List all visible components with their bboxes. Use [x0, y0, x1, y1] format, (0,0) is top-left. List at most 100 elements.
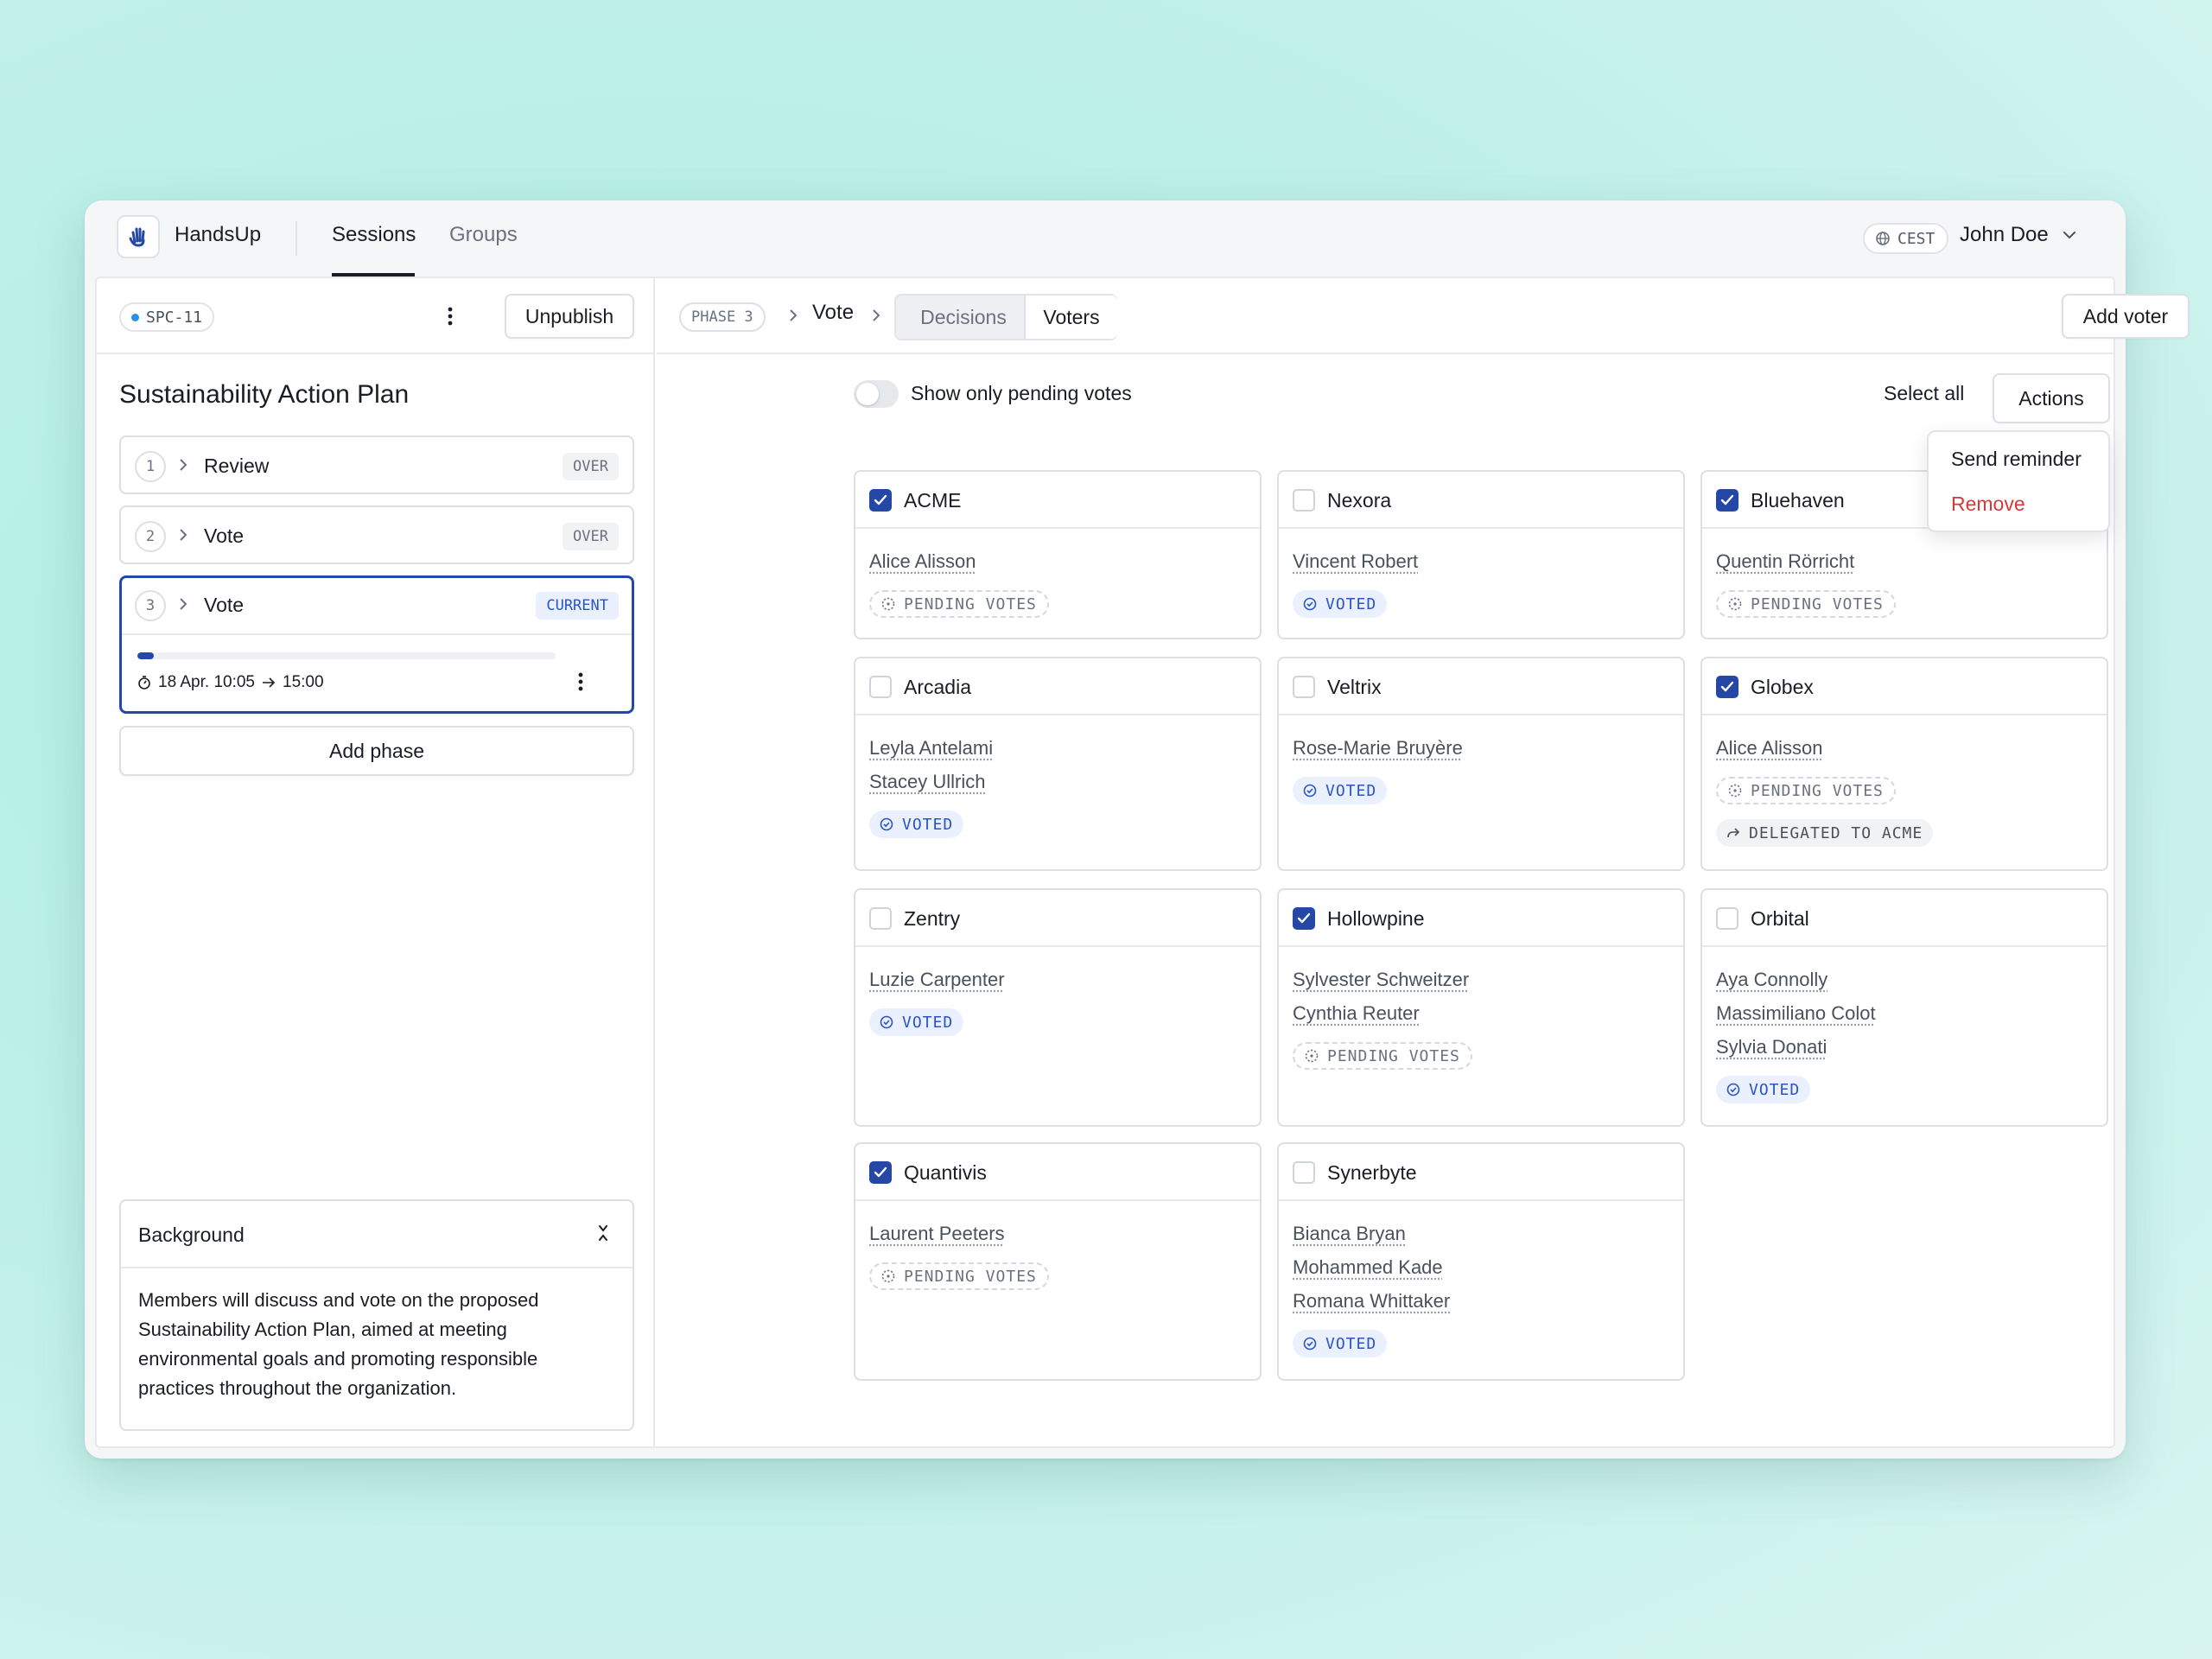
phase-badge: PHASE 3: [679, 302, 766, 332]
app-logo[interactable]: [117, 215, 160, 258]
menu-item-send-reminder[interactable]: Send reminder: [1951, 448, 2082, 471]
app-name: HandsUp: [175, 223, 262, 246]
add-voter-button[interactable]: Add voter: [2062, 294, 2190, 339]
voter-card: Synerbyte Bianca Bryan Mohammed Kade Romana…: [1277, 1142, 1685, 1381]
check-circle-icon: [880, 1015, 893, 1029]
member-link[interactable]: Bianca Bryan: [1293, 1217, 1450, 1250]
select-all-button[interactable]: Select all: [1884, 382, 1964, 405]
status-badge: VOTED: [1716, 1076, 1811, 1103]
tab-sessions[interactable]: Sessions: [332, 223, 416, 247]
voter-checkbox[interactable]: [869, 489, 892, 512]
member-link[interactable]: Mohammed Kade: [1293, 1250, 1450, 1284]
voter-checkbox[interactable]: [1716, 907, 1738, 930]
voter-checkbox[interactable]: [869, 676, 892, 698]
voter-card-header: Hollowpine: [1279, 890, 1683, 947]
phase-state-badge: OVER: [563, 523, 619, 550]
status-text: VOTED: [1325, 594, 1377, 613]
member-link[interactable]: Leyla Antelami: [869, 731, 993, 765]
phase-item-1[interactable]: 1 Review OVER: [119, 435, 634, 494]
member-link[interactable]: Sylvester Schweitzer: [1293, 963, 1469, 996]
tab-voters[interactable]: Voters: [1024, 296, 1117, 339]
voter-checkbox[interactable]: [1716, 676, 1738, 698]
background-text: Members will discuss and vote on the pro…: [138, 1289, 539, 1399]
status-tags: PENDING VOTES: [869, 1262, 1049, 1305]
phase-state-badge: OVER: [563, 453, 619, 480]
pending-icon: [1728, 597, 1742, 611]
unpublish-button[interactable]: Unpublish: [505, 294, 634, 339]
member-link[interactable]: Cynthia Reuter: [1293, 996, 1469, 1030]
status-badge: VOTED: [1293, 1330, 1388, 1357]
voter-checkbox[interactable]: [869, 1161, 892, 1184]
chevron-right-icon: [790, 309, 798, 321]
header-divider: [296, 221, 297, 256]
member-list: Quentin Rörricht: [1716, 544, 1854, 578]
member-list: Laurent Peeters: [869, 1217, 1005, 1250]
tab-decisions[interactable]: Decisions: [901, 296, 1026, 339]
timer-icon: [138, 676, 150, 690]
check-circle-icon: [880, 817, 893, 831]
voter-checkbox[interactable]: [1293, 1161, 1315, 1184]
member-list: Rose-Marie Bruyère: [1293, 731, 1463, 765]
background-header[interactable]: Background: [121, 1201, 632, 1268]
member-link[interactable]: Vincent Robert: [1293, 544, 1418, 578]
pending-icon: [881, 597, 895, 611]
status-dot: [131, 313, 139, 321]
status-badge: PENDING VOTES: [1293, 1042, 1472, 1070]
user-name: John Doe: [1960, 223, 2049, 246]
phase-item-2[interactable]: 2 Vote OVER: [119, 505, 634, 564]
status-badge: VOTED: [869, 1008, 964, 1036]
member-list: Sylvester Schweitzer Cynthia Reuter: [1293, 963, 1469, 1030]
tab-groups[interactable]: Groups: [449, 223, 518, 247]
voter-card: Arcadia Leyla Antelami Stacey Ullrich VOTED: [854, 657, 1262, 871]
member-link[interactable]: Alice Alisson: [869, 544, 976, 578]
user-menu[interactable]: John Doe: [1960, 223, 2076, 247]
member-link[interactable]: Alice Alisson: [1716, 731, 1823, 765]
voter-card: Zentry Luzie Carpenter VOTED: [854, 888, 1262, 1127]
voter-checkbox[interactable]: [869, 907, 892, 930]
timezone-badge[interactable]: CEST: [1863, 223, 1949, 254]
app-window: HandsUp Sessions Groups CEST John Doe SP…: [85, 200, 2190, 1459]
member-link[interactable]: Aya Connolly: [1716, 963, 1876, 996]
phase-number: 2: [135, 521, 166, 552]
status-badge: VOTED: [869, 810, 964, 838]
member-link[interactable]: Quentin Rörricht: [1716, 544, 1854, 578]
voter-checkbox[interactable]: [1293, 907, 1315, 930]
chevron-right-icon: [180, 459, 188, 471]
voter-card-header: Synerbyte: [1279, 1144, 1683, 1201]
sidebar-header: SPC-11 Unpublish: [97, 278, 653, 354]
voter-card: Veltrix Rose-Marie Bruyère VOTED: [1277, 657, 1685, 871]
member-link[interactable]: Rose-Marie Bruyère: [1293, 731, 1463, 765]
voter-name: Quantivis: [904, 1161, 987, 1184]
status-text: PENDING VOTES: [1751, 594, 1884, 613]
arrow-right-icon: [263, 677, 276, 688]
voter-card: Globex Alice Alisson PENDING VOTES DELEGATE…: [1700, 657, 2108, 871]
background-card: Background Members will discuss and vote…: [119, 1199, 634, 1431]
voter-checkbox[interactable]: [1716, 489, 1738, 512]
phase-more-button[interactable]: [568, 664, 594, 699]
member-link[interactable]: Laurent Peeters: [869, 1217, 1005, 1250]
check-icon: [1720, 494, 1734, 505]
session-more-button[interactable]: [437, 299, 463, 334]
status-text: VOTED: [902, 815, 954, 834]
menu-item-remove[interactable]: Remove: [1951, 493, 2025, 516]
voter-card: ACME Alice Alisson PENDING VOTES: [854, 470, 1262, 639]
status-text: DELEGATED TO ACME: [1749, 823, 1923, 842]
status-badge: PENDING VOTES: [869, 1262, 1049, 1290]
add-phase-button[interactable]: Add phase: [119, 726, 634, 776]
member-link[interactable]: Sylvia Donati: [1716, 1030, 1876, 1064]
member-link[interactable]: Romana Whittaker: [1293, 1284, 1450, 1318]
status-tags: PENDING VOTES DELEGATED TO ACME: [1716, 777, 1934, 861]
phase-item-3[interactable]: 3 Vote CURRENT 18 Apr. 10:05 15:00: [119, 575, 634, 714]
voter-checkbox[interactable]: [1293, 676, 1315, 698]
breadcrumb-vote[interactable]: Vote: [812, 301, 854, 325]
member-link[interactable]: Stacey Ullrich: [869, 765, 993, 798]
status-badge: VOTED: [1293, 590, 1388, 618]
check-icon: [1720, 681, 1734, 692]
member-link[interactable]: Massimiliano Colot: [1716, 996, 1876, 1030]
voter-checkbox[interactable]: [1293, 489, 1315, 512]
actions-button[interactable]: Actions: [1993, 373, 2110, 423]
phase-name: Vote: [204, 594, 245, 616]
member-link[interactable]: Luzie Carpenter: [869, 963, 1005, 996]
pending-votes-toggle[interactable]: [854, 380, 899, 408]
collapse-icon[interactable]: [596, 1224, 610, 1243]
